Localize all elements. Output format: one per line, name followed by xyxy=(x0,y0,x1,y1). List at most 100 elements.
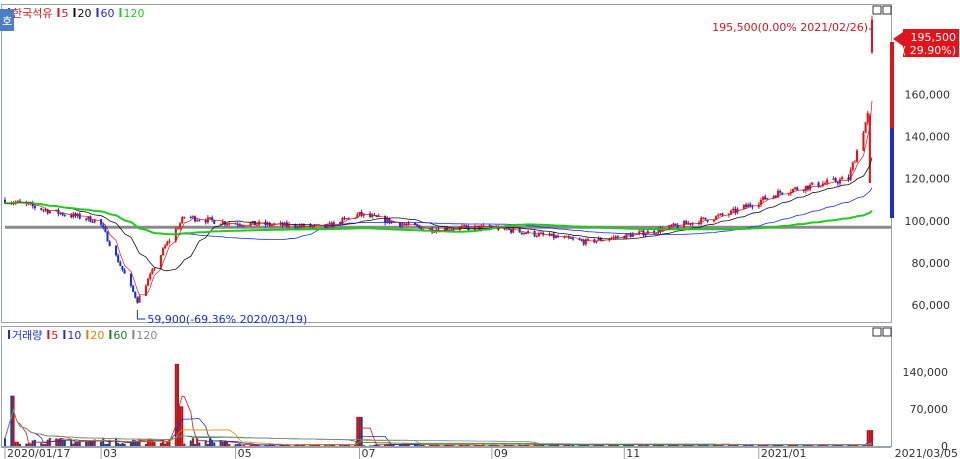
candle-body xyxy=(672,223,675,226)
candle-body xyxy=(270,224,273,226)
candle-body xyxy=(702,217,705,219)
candle-body xyxy=(121,265,124,270)
volume-bar xyxy=(433,445,436,446)
volume-bar xyxy=(104,444,107,446)
volume-bar xyxy=(136,441,139,446)
volume-bar xyxy=(492,445,496,446)
volume-bar xyxy=(497,445,500,446)
volume-bar xyxy=(373,444,376,446)
candle-body xyxy=(147,279,150,286)
price-tick-label: 100,000 xyxy=(905,215,951,228)
candle-body xyxy=(668,225,671,229)
volume-bar xyxy=(14,441,17,446)
volume-bar xyxy=(25,443,28,446)
price-tick-label: 80,000 xyxy=(912,257,951,270)
volume-legend-label: 20 xyxy=(90,329,104,342)
candle-body xyxy=(328,222,331,224)
volume-bar xyxy=(91,440,94,446)
volume-bar xyxy=(198,442,201,446)
volume-panel-close-button[interactable] xyxy=(882,327,892,337)
candle-body xyxy=(554,235,557,239)
high-annotation: 195,500(0.00% 2021/02/26) xyxy=(712,21,868,34)
volume-bar xyxy=(100,441,103,446)
volume-bar xyxy=(537,445,540,446)
candle-body xyxy=(584,239,587,245)
candle-body xyxy=(196,220,199,222)
candle-body xyxy=(864,122,867,133)
candle-body xyxy=(369,213,372,217)
volume-bar xyxy=(392,444,395,446)
candle-body xyxy=(104,227,107,232)
candle-body xyxy=(106,231,109,242)
candle-body xyxy=(794,187,797,189)
volume-bar xyxy=(149,438,152,446)
candle-body xyxy=(129,273,133,286)
candle-body xyxy=(832,178,835,180)
price-panel-minimize-button[interactable] xyxy=(872,5,882,15)
volume-bar xyxy=(702,445,705,446)
candle-body xyxy=(836,182,839,184)
volume-bar xyxy=(44,443,47,446)
volume-bar xyxy=(463,445,466,447)
x-tick-label: 2021/01 xyxy=(761,447,807,459)
volume-legend-swatch xyxy=(47,330,50,339)
volume-tick-label: 70,000 xyxy=(910,403,949,416)
volume-bar xyxy=(569,445,572,447)
candle-body xyxy=(463,225,466,227)
candle-body xyxy=(255,224,259,226)
volume-bar xyxy=(298,445,301,446)
candle-body xyxy=(42,209,45,211)
volume-bar xyxy=(74,441,77,446)
candle-body xyxy=(115,245,118,256)
volume-bar xyxy=(418,445,421,446)
volume-legend-swatch xyxy=(86,330,89,339)
volume-bar xyxy=(742,445,745,446)
volume-bar xyxy=(151,441,154,446)
volume-legend-label: 60 xyxy=(113,329,127,342)
volume-bar xyxy=(234,444,237,446)
volume-legend-label: 10 xyxy=(67,329,81,342)
volume-bar xyxy=(520,445,523,446)
candle-body xyxy=(238,225,241,227)
volume-bar xyxy=(360,416,363,446)
candle-body xyxy=(535,236,538,238)
price-legend-swatch xyxy=(73,8,76,17)
candle-body xyxy=(358,211,361,215)
x-tick-label: 09 xyxy=(494,447,508,459)
volume-bar xyxy=(121,442,124,446)
candle-body xyxy=(343,218,346,220)
candle-body xyxy=(48,210,51,214)
volume-bar xyxy=(55,438,58,446)
volume-bar xyxy=(326,445,329,446)
volume-bar xyxy=(27,443,30,446)
volume-bar xyxy=(706,445,709,446)
candle-body xyxy=(525,232,528,234)
x-tick-label: 07 xyxy=(361,447,375,459)
volume-bar xyxy=(341,445,344,446)
candle-body xyxy=(208,217,212,219)
price-panel-close-button[interactable] xyxy=(882,5,892,15)
candle-body xyxy=(138,295,141,303)
candle-body xyxy=(240,225,244,227)
candle-body xyxy=(580,239,583,241)
volume-bar xyxy=(147,438,150,446)
candle-body xyxy=(670,225,673,227)
candle-body xyxy=(719,213,722,216)
candle-body xyxy=(89,216,92,222)
candle-body xyxy=(191,216,194,218)
volume-bar xyxy=(475,445,478,446)
volume-panel-minimize-button[interactable] xyxy=(872,327,882,337)
price-legend-swatch xyxy=(119,8,122,17)
candle-body xyxy=(853,161,856,163)
price-tick-label: 160,000 xyxy=(905,88,951,101)
volume-bar xyxy=(144,443,147,446)
volume-legend-swatch xyxy=(132,330,135,339)
volume-legend-swatch xyxy=(109,330,112,339)
volume-legend-label: 거래량 xyxy=(12,329,42,342)
volume-bar xyxy=(593,445,596,447)
candle-body xyxy=(732,208,735,211)
volume-legend-label: 5 xyxy=(51,329,58,342)
candle-body xyxy=(33,206,36,209)
volume-bar xyxy=(63,440,66,446)
candle-body xyxy=(465,225,468,227)
